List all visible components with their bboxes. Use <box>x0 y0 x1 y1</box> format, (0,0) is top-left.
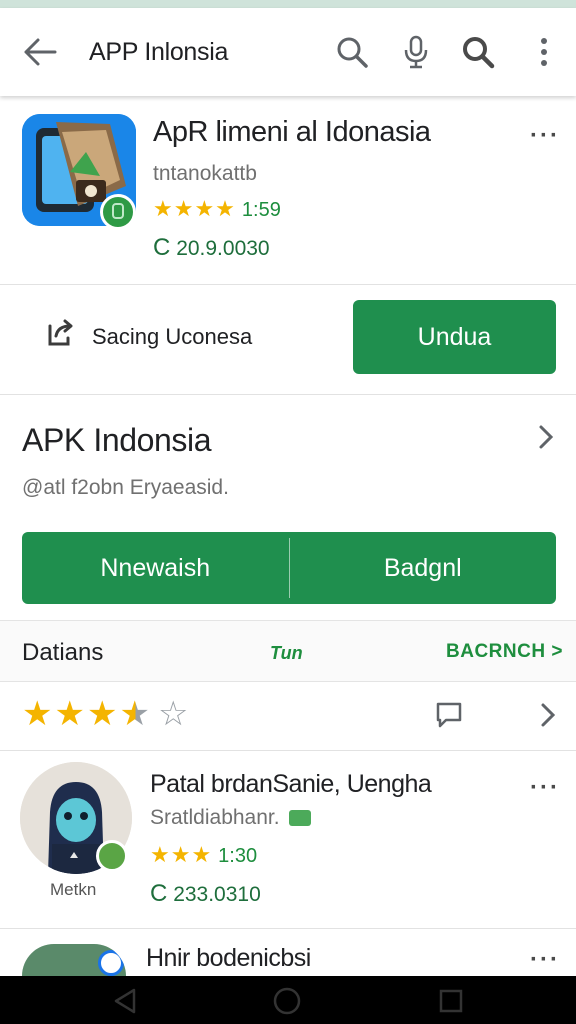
share-action[interactable]: Sacing Uconesa <box>44 318 252 355</box>
app-rating-value: 1:59 <box>241 199 281 221</box>
app-downloads-value: 20.9.0030 <box>176 237 270 260</box>
app-overflow-icon[interactable]: ··· <box>530 122 560 150</box>
nav-back-icon[interactable] <box>110 986 140 1016</box>
divider <box>0 750 576 751</box>
install-button[interactable]: Undua <box>353 300 556 374</box>
review-title[interactable]: Patal brdanSanie, Uengha <box>150 770 432 799</box>
review-overflow-icon[interactable]: ··· <box>530 774 560 802</box>
app-title[interactable]: ApR limeni al Idonasia <box>153 116 431 149</box>
left-action-button[interactable]: Nnewaish <box>22 532 289 604</box>
money-icon <box>289 810 312 827</box>
tab-more-link[interactable]: BACRNCH > <box>446 641 563 663</box>
app-rating: ★★★★ 1:59 <box>153 196 281 222</box>
status-bar <box>0 0 576 8</box>
star-empty: ☆ <box>157 695 191 733</box>
section-title[interactable]: APK Indonsia <box>22 422 212 459</box>
review-count-value: 233.0310 <box>173 883 261 906</box>
nav-recents-icon[interactable] <box>436 986 466 1016</box>
mic-icon[interactable] <box>398 34 434 70</box>
app-bar-title: APP Inlonsia <box>89 38 229 66</box>
review-rating-stars: ★★★ <box>150 842 213 867</box>
system-nav-bar <box>0 976 576 1024</box>
app-downloads: C 20.9.0030 <box>153 234 270 262</box>
star-half: ★ <box>119 695 152 733</box>
overflow-menu-icon[interactable] <box>526 34 562 70</box>
partial-overflow-icon[interactable]: ··· <box>530 946 560 974</box>
verified-badge-icon <box>100 194 136 230</box>
star-filled: ★★★ <box>22 695 120 733</box>
avatar-badge-icon <box>96 840 128 872</box>
app-developer[interactable]: tntanokattb <box>153 162 257 186</box>
avatar-label: Metkn <box>50 880 97 899</box>
split-button: Nnewaish Badgnl <box>22 532 556 604</box>
review-count: C 233.0310 <box>150 880 261 908</box>
search-icon[interactable] <box>334 34 370 70</box>
section-subtitle: @atl f2obn Eryaeasid. <box>22 476 229 499</box>
partial-avatar[interactable] <box>22 944 126 976</box>
back-arrow-icon[interactable] <box>22 36 58 68</box>
divider <box>0 284 576 285</box>
share-icon <box>44 318 76 355</box>
search-icon-bold[interactable] <box>460 34 496 70</box>
share-label: Sacing Uconesa <box>92 323 253 349</box>
divider <box>0 928 576 929</box>
app-bar: APP Inlonsia <box>0 8 576 96</box>
comment-icon[interactable] <box>434 700 464 735</box>
review-rating: ★★★ 1:30 <box>150 842 257 868</box>
app-rating-stars: ★★★★ <box>153 196 236 221</box>
partial-item-title[interactable]: Hnir bodenicbsi <box>146 944 311 973</box>
tab-details[interactable]: Datians <box>22 639 103 667</box>
review-rating-value: 1:30 <box>218 845 258 867</box>
rating-stars-row[interactable]: ★★★★ ☆ <box>22 694 190 734</box>
chevron-right-icon[interactable] <box>538 700 558 738</box>
tab-middle[interactable]: Tun <box>270 643 303 664</box>
chevron-right-icon[interactable] <box>536 422 556 460</box>
review-subtitle-text: Sratldiabhanr. <box>150 806 280 829</box>
right-action-button[interactable]: Badgnl <box>290 532 557 604</box>
divider <box>0 394 576 395</box>
download-count-icon: C <box>150 880 168 907</box>
details-tabs: Datians Tun BACRNCH > <box>0 620 576 682</box>
nav-home-icon[interactable] <box>272 986 302 1016</box>
download-count-icon: C <box>153 234 171 261</box>
review-subtitle: Sratldiabhanr. <box>150 806 312 830</box>
